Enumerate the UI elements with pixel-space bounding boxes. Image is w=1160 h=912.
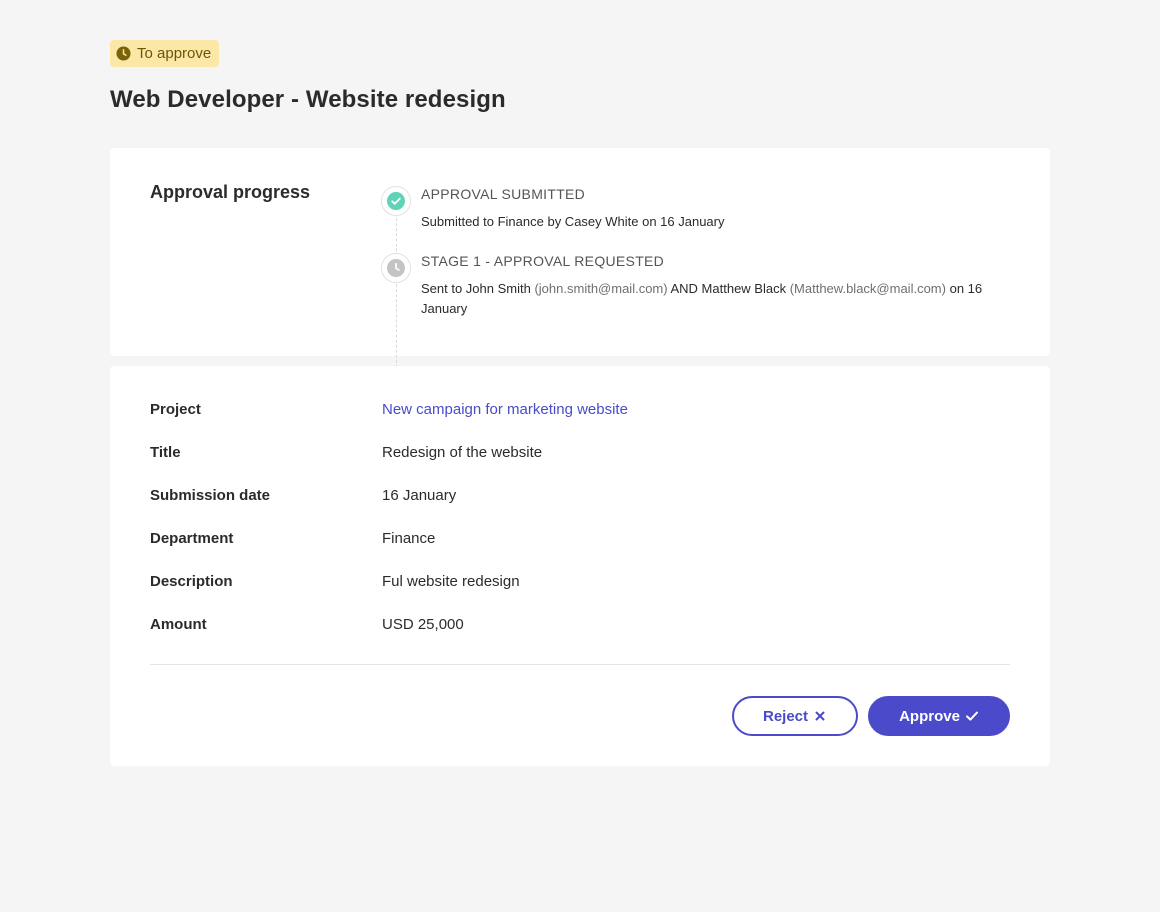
timeline-step-stage-1: STAGE 1 - APPROVAL REQUESTED Sent to Joh…	[381, 253, 1011, 319]
reject-button[interactable]: Reject	[732, 696, 858, 736]
detail-label: Department	[150, 530, 234, 547]
detail-value: Ful website redesign	[382, 573, 520, 590]
detail-label: Amount	[150, 616, 207, 633]
step-description: Submitted to Finance by Casey White on 1…	[421, 214, 725, 229]
detail-row-department: Department Finance	[150, 517, 1010, 560]
step-title: APPROVAL SUBMITTED	[421, 186, 586, 202]
recipient-email: (Matthew.black@mail.com)	[789, 281, 946, 296]
detail-label: Submission date	[150, 487, 271, 504]
detail-value: 16 January	[382, 487, 457, 504]
approval-progress-card: Approval progress APPROVAL SUBMITTED Sub…	[110, 148, 1050, 368]
approval-timeline: APPROVAL SUBMITTED Submitted to Finance …	[381, 178, 1011, 368]
details-list: Project New campaign for marketing websi…	[150, 388, 1010, 646]
detail-value: Finance	[382, 530, 436, 547]
detail-value: USD 25,000	[382, 616, 464, 633]
status-badge: To approve	[110, 40, 220, 67]
detail-row-description: Description Ful website redesign	[150, 560, 1010, 603]
step-description: Sent to John Smith (john.smith@mail.com)…	[421, 279, 1011, 319]
page-title: Web Developer - Website redesign	[110, 86, 506, 113]
request-details-card: Project New campaign for marketing websi…	[110, 366, 1050, 766]
approve-button-label: Approve	[899, 707, 960, 725]
detail-row-title: Title Redesign of the website	[150, 431, 1010, 474]
detail-value: Redesign of the website	[382, 444, 543, 461]
detail-row-submission-date: Submission date 16 January	[150, 474, 1010, 517]
approval-progress-heading: Approval progress	[150, 182, 311, 202]
project-link[interactable]: New campaign for marketing website	[382, 401, 628, 418]
timeline-step-submitted: APPROVAL SUBMITTED Submitted to Finance …	[381, 186, 1011, 232]
clock-icon	[116, 46, 131, 61]
reject-button-label: Reject	[762, 707, 809, 725]
recipient-email: (john.smith@mail.com)	[534, 281, 668, 296]
status-badge-label: To approve	[137, 45, 212, 62]
recipient-name: Sent to John Smith	[421, 281, 531, 296]
step-title: STAGE 1 - APPROVAL REQUESTED	[421, 253, 665, 269]
detail-row-amount: Amount USD 25,000	[150, 603, 1010, 646]
step-status-dot	[381, 186, 411, 216]
close-icon	[813, 709, 827, 723]
divider	[150, 664, 1010, 665]
detail-row-project: Project New campaign for marketing websi…	[150, 388, 1010, 431]
step-status-dot	[381, 253, 411, 283]
detail-label: Description	[150, 573, 233, 590]
check-icon	[965, 709, 979, 723]
recipient-name: AND Matthew Black	[670, 281, 787, 296]
approve-button[interactable]: Approve	[868, 696, 1010, 736]
detail-label: Project	[150, 401, 201, 418]
clock-icon	[387, 259, 405, 277]
detail-label: Title	[150, 444, 181, 461]
check-circle-icon	[387, 192, 405, 210]
